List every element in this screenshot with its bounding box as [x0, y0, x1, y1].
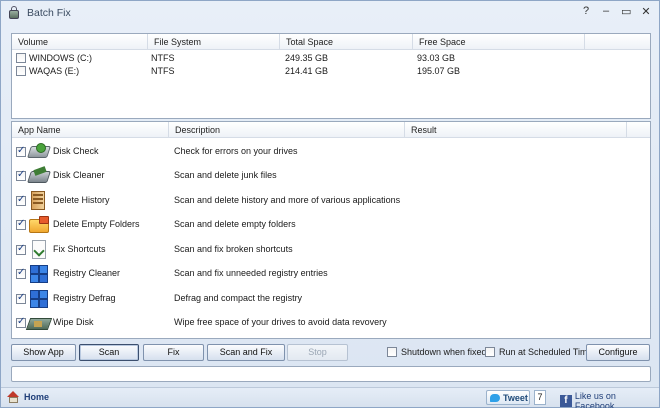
tweet-button[interactable]: Tweet — [486, 390, 530, 405]
app-description: Defrag and compact the registry — [174, 293, 303, 303]
scheduled-checkbox[interactable] — [485, 347, 495, 357]
volume-checkbox[interactable] — [16, 66, 26, 76]
app-name: Disk Cleaner — [53, 170, 105, 180]
app-bag-icon — [7, 6, 21, 20]
registry-icon — [28, 263, 50, 285]
shutdown-option[interactable]: Shutdown when fixed — [387, 346, 487, 359]
app-checkbox[interactable] — [16, 218, 26, 230]
app-checkbox[interactable] — [16, 267, 26, 279]
scan-button[interactable]: Scan — [79, 344, 139, 361]
app-name: Wipe Disk — [53, 317, 94, 327]
registry-defrag-icon — [28, 288, 50, 310]
scheduled-label: Run at Scheduled Time — [499, 347, 593, 357]
scheduled-option[interactable]: Run at Scheduled Time — [485, 346, 593, 359]
volume-list[interactable]: Volume File System Total Space Free Spac… — [11, 33, 651, 119]
facebook-label: Like us on Facebook. — [574, 391, 617, 408]
home-link[interactable]: Home — [7, 391, 49, 403]
disk-check-icon — [27, 141, 51, 163]
app-description: Scan and fix broken shortcuts — [174, 244, 293, 254]
home-icon — [7, 391, 20, 403]
volume-name: WAQAS (E:) — [29, 66, 80, 76]
app-description: Scan and fix unneeded registry entries — [174, 268, 328, 278]
footer-bar: Home Tweet 7 f Like us on Facebook. — [1, 387, 659, 408]
close-icon[interactable]: ✕ — [641, 5, 651, 18]
volume-row[interactable]: WINDOWS (C:) NTFS 249.35 GB 93.03 GB — [12, 52, 650, 65]
tweet-count: 7 — [534, 390, 546, 405]
stop-button[interactable]: Stop — [287, 344, 348, 361]
app-row-delete-history[interactable]: Delete History Scan and delete history a… — [12, 189, 650, 213]
folder-icon — [28, 214, 50, 236]
app-description: Wipe free space of your drives to avoid … — [174, 317, 387, 327]
volume-free: 195.07 GB — [417, 66, 461, 76]
volume-free: 93.03 GB — [417, 53, 456, 63]
app-row-registry-cleaner[interactable]: Registry Cleaner Scan and fix unneeded r… — [12, 262, 650, 286]
volume-row[interactable]: WAQAS (E:) NTFS 214.41 GB 195.07 GB — [12, 65, 650, 78]
app-row-wipe-disk[interactable]: Wipe Disk Wipe free space of your drives… — [12, 311, 650, 335]
help-icon[interactable]: ? — [581, 5, 591, 18]
column-header-description[interactable]: Description — [169, 122, 405, 138]
app-row-disk-cleaner[interactable]: Disk Cleaner Scan and delete junk files — [12, 164, 650, 188]
app-name: Disk Check — [53, 146, 99, 156]
app-row-delete-empty-folders[interactable]: Delete Empty Folders Scan and delete emp… — [12, 213, 650, 237]
maximize-icon[interactable]: ▭ — [621, 5, 631, 18]
app-checkbox[interactable] — [16, 145, 26, 157]
column-header-result[interactable]: Result — [405, 122, 627, 138]
twitter-bird-icon — [490, 393, 500, 402]
home-label: Home — [24, 392, 50, 402]
wipe-disk-icon — [25, 312, 53, 334]
disk-cleaner-icon — [27, 165, 51, 187]
shortcut-icon — [28, 239, 50, 261]
app-row-registry-defrag[interactable]: Registry Defrag Defrag and compact the r… — [12, 287, 650, 311]
app-name: Registry Defrag — [53, 293, 116, 303]
app-list-header: App Name Description Result — [12, 122, 650, 138]
app-checkbox[interactable] — [16, 316, 26, 328]
shutdown-label: Shutdown when fixed — [401, 347, 487, 357]
column-header-total-space[interactable]: Total Space — [280, 34, 413, 50]
app-checkbox[interactable] — [16, 243, 26, 255]
volume-list-header: Volume File System Total Space Free Spac… — [12, 34, 650, 50]
batch-fix-window: Batch Fix ? – ▭ ✕ Volume File System Tot… — [0, 0, 660, 408]
history-icon — [28, 190, 50, 212]
app-name: Delete History — [53, 195, 110, 205]
scan-and-fix-button[interactable]: Scan and Fix — [207, 344, 285, 361]
volume-checkbox[interactable] — [16, 53, 26, 63]
app-description: Scan and delete history and more of vari… — [174, 195, 401, 205]
shutdown-checkbox[interactable] — [387, 347, 397, 357]
column-header-volume[interactable]: Volume — [12, 34, 148, 50]
column-header-free-space[interactable]: Free Space — [413, 34, 585, 50]
configure-button[interactable]: Configure — [586, 344, 650, 361]
volume-total: 214.41 GB — [285, 66, 329, 76]
app-row-fix-shortcuts[interactable]: Fix Shortcuts Scan and fix broken shortc… — [12, 238, 650, 262]
app-name: Registry Cleaner — [53, 268, 121, 278]
app-row-disk-check[interactable]: Disk Check Check for errors on your driv… — [12, 140, 650, 164]
app-checkbox[interactable] — [16, 194, 26, 206]
facebook-like-link[interactable]: f Like us on Facebook. — [560, 391, 659, 408]
volume-name: WINDOWS (C:) — [29, 53, 92, 63]
title-bar[interactable]: Batch Fix ? – ▭ ✕ — [1, 1, 659, 25]
app-description: Check for errors on your drives — [174, 146, 298, 156]
status-field — [11, 366, 651, 382]
show-app-button[interactable]: Show App — [11, 344, 76, 361]
app-checkbox[interactable] — [16, 169, 26, 181]
app-list[interactable]: App Name Description Result Disk Check C… — [11, 121, 651, 339]
app-description: Scan and delete junk files — [174, 170, 277, 180]
column-header-app-name[interactable]: App Name — [12, 122, 169, 138]
app-description: Scan and delete empty folders — [174, 219, 296, 229]
volume-fs: NTFS — [151, 53, 175, 63]
tweet-label: Tweet — [503, 392, 528, 403]
minimize-icon[interactable]: – — [601, 5, 611, 18]
window-title: Batch Fix — [27, 7, 71, 19]
facebook-icon: f — [560, 395, 572, 407]
fix-button[interactable]: Fix — [143, 344, 204, 361]
app-name: Delete Empty Folders — [53, 219, 140, 229]
app-checkbox[interactable] — [16, 292, 26, 304]
column-header-file-system[interactable]: File System — [148, 34, 280, 50]
volume-fs: NTFS — [151, 66, 175, 76]
volume-total: 249.35 GB — [285, 53, 329, 63]
app-name: Fix Shortcuts — [53, 244, 106, 254]
